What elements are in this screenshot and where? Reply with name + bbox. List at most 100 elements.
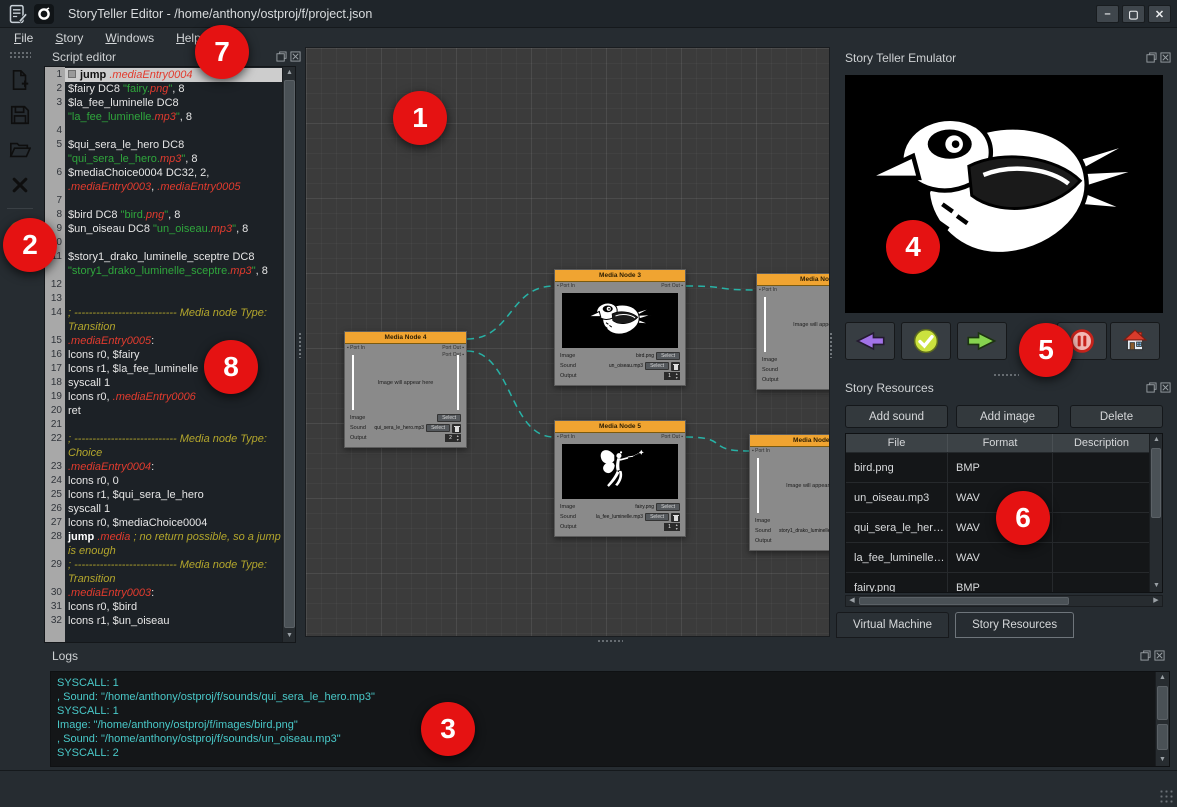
select-button[interactable]: Select — [426, 424, 450, 432]
code-line[interactable]: 9$un_oiseau DC8 "un_oiseau.mp3", 8 — [45, 222, 282, 236]
float-icon[interactable] — [276, 51, 287, 62]
code-line[interactable]: 1jump .mediaEntry0004 — [45, 68, 282, 82]
code-line[interactable]: 23.mediaEntry0004: — [45, 460, 282, 474]
scroll-right-icon[interactable]: ▶ — [1150, 596, 1162, 606]
port-in[interactable]: ▪ Port In — [557, 283, 575, 289]
forward-button[interactable] — [957, 322, 1007, 360]
scroll-down-icon[interactable]: ▼ — [1150, 580, 1163, 592]
code-line[interactable]: 30.mediaEntry0003: — [45, 586, 282, 600]
code-line[interactable]: 10 — [45, 236, 282, 250]
scroll-left-icon[interactable]: ◀ — [846, 596, 858, 606]
tab-story-resources[interactable]: Story Resources — [955, 612, 1074, 638]
code-line[interactable]: 29; ---------------------------- Media n… — [45, 558, 282, 586]
home-button[interactable] — [1110, 322, 1160, 360]
code-line[interactable]: 11$story1_drako_luminelle_sceptre DC8 "s… — [45, 250, 282, 278]
select-button[interactable]: Select — [645, 513, 669, 521]
title-bar[interactable]: StoryTeller Editor - /home/anthony/ostpr… — [0, 0, 1177, 28]
trash-icon[interactable] — [671, 513, 680, 522]
select-button[interactable]: Select — [645, 362, 669, 370]
code-line[interactable]: 26syscall 1 — [45, 502, 282, 516]
menu-story[interactable]: Story — [55, 31, 83, 45]
select-button[interactable]: Select — [437, 414, 461, 422]
close-icon[interactable] — [290, 51, 301, 62]
delete-button[interactable]: Delete — [1070, 405, 1163, 428]
float-icon[interactable] — [1140, 650, 1151, 661]
code-line[interactable]: 12 — [45, 278, 282, 292]
scroll-down-icon[interactable]: ▼ — [1156, 754, 1169, 766]
table-h-scrollbar[interactable]: ◀ ▶ — [845, 595, 1163, 607]
code-line[interactable]: 19lcons r0, .mediaEntry0006 — [45, 390, 282, 404]
trash-icon[interactable] — [671, 362, 680, 371]
media-node[interactable]: Media Node 5▪ Port InPort Out ▪Imagefair… — [554, 420, 686, 537]
minimize-button[interactable]: – — [1096, 5, 1119, 23]
port-in[interactable]: ▪ Port In — [347, 345, 365, 351]
code-line[interactable]: 27lcons r0, $mediaChoice0004 — [45, 516, 282, 530]
new-file-button[interactable] — [7, 67, 33, 93]
code-line[interactable]: 3$la_fee_luminelle DC8 "la_fee_luminelle… — [45, 96, 282, 124]
column-header-description[interactable]: Description — [1053, 434, 1151, 452]
float-icon[interactable] — [1146, 382, 1157, 393]
logs-output[interactable]: SYSCALL: 1, Sound: "/home/anthony/ostpro… — [50, 671, 1170, 767]
media-node[interactable]: Media Node 2▪ Port InPort Out ▪Image wil… — [756, 273, 830, 390]
resources-table-header[interactable]: FileFormatDescription — [846, 434, 1162, 453]
splitter-left[interactable] — [298, 332, 303, 358]
close-icon[interactable] — [1154, 650, 1165, 661]
port-out[interactable]: Port Out ▪ — [442, 345, 464, 352]
code-line[interactable]: 32lcons r1, $un_oiseau — [45, 614, 282, 628]
close-icon[interactable] — [1160, 382, 1171, 393]
code-line[interactable]: 14; ---------------------------- Media n… — [45, 306, 282, 334]
close-project-button[interactable] — [7, 172, 33, 198]
back-button[interactable] — [845, 322, 895, 360]
code-line[interactable]: 28jump .media ; no return possible, so a… — [45, 530, 282, 558]
output-spinner[interactable]: 1▲▼ — [664, 372, 680, 380]
add-image-button[interactable]: Add image — [956, 405, 1059, 428]
code-line[interactable]: 6$mediaChoice0004 DC32, 2, .mediaEntry00… — [45, 166, 282, 194]
emulator-splitter[interactable] — [993, 373, 1019, 378]
media-node[interactable]: Media Node 4▪ Port InPort Out ▪Port Out … — [344, 331, 467, 448]
script-editor[interactable]: 1jump .mediaEntry00042$fairy DC8 "fairy.… — [44, 66, 296, 643]
scroll-up-icon[interactable]: ▲ — [1150, 434, 1163, 446]
select-button[interactable]: Select — [656, 503, 680, 511]
code-line[interactable]: 25lcons r1, $qui_sera_le_hero — [45, 488, 282, 502]
code-line[interactable]: 22; ---------------------------- Media n… — [45, 432, 282, 460]
port-in[interactable]: ▪ Port In — [557, 434, 575, 440]
code-line[interactable]: 7 — [45, 194, 282, 208]
media-node[interactable]: Media Node 6▪ Port InPort Out ▪Image wil… — [749, 434, 830, 551]
output-spinner[interactable]: 1▲▼ — [664, 523, 680, 531]
output-spinner[interactable]: 2▲▼ — [445, 434, 461, 442]
select-button[interactable]: Select — [656, 352, 680, 360]
table-row[interactable]: la_fee_luminelle.mp3WAV — [846, 543, 1162, 573]
code-line[interactable]: 8$bird DC8 "bird.png", 8 — [45, 208, 282, 222]
code-line[interactable]: 2$fairy DC8 "fairy.png", 8 — [45, 82, 282, 96]
ok-button[interactable] — [901, 322, 951, 360]
node-canvas[interactable]: Media Node 4▪ Port InPort Out ▪Port Out … — [305, 47, 830, 637]
toolbar-drag-handle[interactable] — [9, 51, 31, 58]
add-sound-button[interactable]: Add sound — [845, 405, 948, 428]
scroll-down-icon[interactable]: ▼ — [283, 630, 296, 642]
port-out[interactable]: Port Out ▪ — [661, 283, 683, 290]
code-line[interactable]: 21 — [45, 418, 282, 432]
resize-grip[interactable] — [1159, 789, 1173, 803]
code-line[interactable]: 5$qui_sera_le_hero DC8 "qui_sera_le_hero… — [45, 138, 282, 166]
scroll-up-icon[interactable]: ▲ — [1156, 672, 1169, 684]
tab-virtual-machine[interactable]: Virtual Machine — [836, 612, 949, 638]
trash-icon[interactable] — [452, 424, 461, 433]
close-button[interactable]: ✕ — [1148, 5, 1171, 23]
table-scrollbar[interactable]: ▲ ▼ — [1149, 434, 1162, 592]
maximize-button[interactable]: ▢ — [1122, 5, 1145, 23]
code-line[interactable]: 13 — [45, 292, 282, 306]
code-line[interactable]: 20ret — [45, 404, 282, 418]
scroll-up-icon[interactable]: ▲ — [283, 67, 296, 79]
media-node[interactable]: Media Node 3▪ Port InPort Out ▪Imagebird… — [554, 269, 686, 386]
splitter-bottom[interactable] — [597, 639, 623, 644]
logs-scrollbar[interactable]: ▲ ▼ — [1155, 672, 1169, 766]
script-editor-scrollbar[interactable]: ▲ ▼ — [282, 67, 295, 642]
code-line[interactable]: 4 — [45, 124, 282, 138]
open-folder-button[interactable] — [7, 137, 33, 163]
table-row[interactable]: bird.pngBMP — [846, 453, 1162, 483]
float-icon[interactable] — [1146, 52, 1157, 63]
table-row[interactable]: fairy.pngBMP — [846, 573, 1162, 593]
menu-file[interactable]: File — [14, 31, 33, 45]
code-line[interactable]: 31lcons r0, $bird — [45, 600, 282, 614]
port-in[interactable]: ▪ Port In — [759, 287, 777, 293]
